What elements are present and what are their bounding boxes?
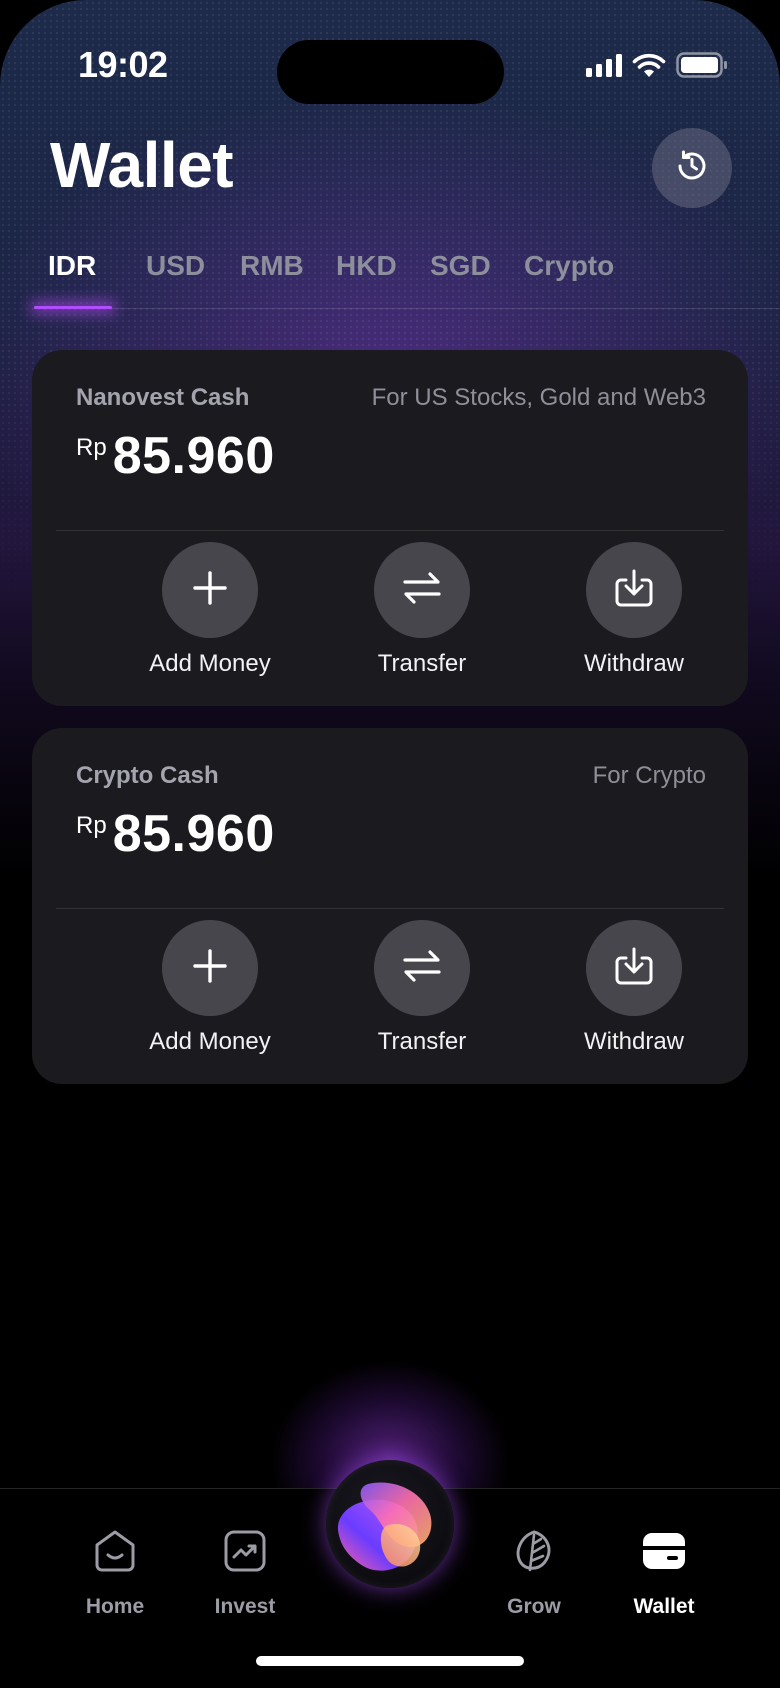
history-clock-icon — [673, 147, 711, 190]
invest-chart-icon — [185, 1525, 305, 1577]
tab-sgd[interactable]: SGD — [430, 250, 491, 282]
tab-usd[interactable]: USD — [146, 250, 205, 282]
withdraw-circle[interactable] — [586, 542, 682, 638]
page-title: Wallet — [50, 129, 234, 201]
transfer-label: Transfer — [377, 650, 467, 677]
tab-rmb[interactable]: RMB — [240, 250, 304, 282]
card-divider — [56, 530, 724, 531]
nav-grow-label: Grow — [507, 1595, 561, 1618]
nav-grow[interactable]: Grow — [474, 1525, 594, 1619]
add-money-circle[interactable] — [162, 542, 258, 638]
card-divider — [56, 908, 724, 909]
balance-amount: 85.960 — [112, 805, 275, 863]
tab-hkd[interactable]: HKD — [336, 250, 397, 282]
nav-wallet[interactable]: Wallet — [604, 1525, 724, 1619]
withdraw-icon — [613, 946, 655, 991]
withdraw-button[interactable]: Withdraw — [528, 912, 740, 1055]
battery-icon — [676, 52, 728, 83]
plus-icon — [192, 948, 228, 989]
balance: Rp 85.960 — [76, 804, 275, 864]
plus-icon — [192, 570, 228, 611]
status-time: 19:02 — [78, 44, 168, 85]
currency-tabs: IDR USD RMB HKD SGD Crypto — [0, 246, 780, 312]
card-subtitle: For Crypto — [592, 762, 706, 789]
balance: Rp 85.960 — [76, 426, 275, 486]
tab-crypto[interactable]: Crypto — [524, 250, 614, 282]
center-ai-orb-button[interactable] — [326, 1460, 454, 1588]
card-title: Crypto Cash — [76, 762, 219, 789]
wifi-icon — [632, 52, 666, 83]
nanovest-cash-card: Nanovest Cash For US Stocks, Gold and We… — [32, 350, 748, 706]
dynamic-island — [277, 40, 504, 104]
withdraw-button[interactable]: Withdraw — [528, 534, 740, 677]
balance-amount: 85.960 — [112, 427, 275, 485]
nav-invest-label: Invest — [214, 1595, 276, 1618]
add-money-button[interactable]: Add Money — [104, 534, 316, 677]
transfer-arrows-icon — [402, 948, 442, 989]
history-button[interactable] — [652, 128, 732, 208]
transfer-circle[interactable] — [374, 542, 470, 638]
add-money-circle[interactable] — [162, 920, 258, 1016]
home-icon — [55, 1525, 175, 1577]
tab-divider — [34, 308, 780, 309]
transfer-button[interactable]: Transfer — [316, 534, 528, 677]
active-tab-indicator — [34, 306, 112, 309]
add-money-button[interactable]: Add Money — [104, 912, 316, 1055]
nav-home-label: Home — [85, 1595, 145, 1618]
card-subtitle: For US Stocks, Gold and Web3 — [371, 384, 706, 411]
transfer-button[interactable]: Transfer — [316, 912, 528, 1055]
withdraw-label: Withdraw — [583, 650, 685, 677]
currency-symbol: Rp — [76, 434, 107, 461]
orb-art-icon — [337, 1482, 432, 1571]
wallet-screen: 19:02 Wallet IDR USD RMB HKD SGD Crypto … — [0, 0, 780, 1688]
tab-idr[interactable]: IDR — [48, 250, 96, 282]
transfer-label: Transfer — [377, 1028, 467, 1055]
add-money-label: Add Money — [149, 650, 271, 677]
card-title: Nanovest Cash — [76, 384, 250, 411]
wallet-card-icon — [604, 1525, 724, 1577]
withdraw-circle[interactable] — [586, 920, 682, 1016]
status-icons — [586, 52, 728, 83]
nav-wallet-label: Wallet — [633, 1595, 695, 1618]
currency-symbol: Rp — [76, 812, 107, 839]
nav-home[interactable]: Home — [55, 1525, 175, 1619]
transfer-arrows-icon — [402, 570, 442, 611]
withdraw-icon — [613, 568, 655, 613]
add-money-label: Add Money — [149, 1028, 271, 1055]
withdraw-label: Withdraw — [583, 1028, 685, 1055]
leaf-icon — [474, 1525, 594, 1577]
transfer-circle[interactable] — [374, 920, 470, 1016]
nav-invest[interactable]: Invest — [185, 1525, 305, 1619]
crypto-cash-card: Crypto Cash For Crypto Rp 85.960 Add Mon… — [32, 728, 748, 1084]
cellular-signal-icon — [586, 53, 622, 82]
home-indicator — [256, 1656, 524, 1666]
